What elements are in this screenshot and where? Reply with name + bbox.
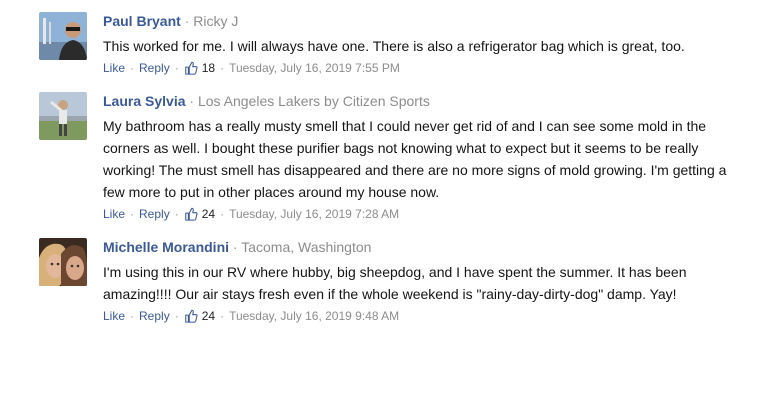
author-location: Ricky J	[193, 13, 239, 29]
comment-header: Michelle Morandini · Tacoma, Washington	[103, 238, 743, 256]
avatar[interactable]	[39, 238, 87, 286]
like-count: 18	[201, 61, 216, 75]
comment-header: Paul Bryant · Ricky J	[103, 12, 743, 30]
comment-body: Paul Bryant · Ricky J This worked for me…	[103, 12, 743, 76]
comment-header: Laura Sylvia · Los Angeles Lakers by Cit…	[103, 92, 743, 110]
separator: ·	[189, 93, 195, 109]
separator: ·	[130, 207, 135, 221]
comment-text: I'm using this in our RV where hubby, bi…	[103, 264, 687, 302]
separator: ·	[174, 207, 179, 221]
reply-link[interactable]: Reply	[139, 308, 170, 324]
comment-text: My bathroom has a really musty smell tha…	[103, 118, 727, 200]
separator: ·	[232, 239, 238, 255]
avatar-image	[39, 12, 87, 60]
like-link[interactable]: Like	[103, 308, 125, 324]
comment-actions: Like · Reply · 24 · Tuesday, July 16, 20…	[103, 206, 743, 222]
like-link[interactable]: Like	[103, 60, 125, 76]
thumbs-up-icon[interactable]	[184, 309, 198, 323]
comment-body: Laura Sylvia · Los Angeles Lakers by Cit…	[103, 92, 743, 222]
reply-link[interactable]: Reply	[139, 206, 170, 222]
comment-date: Tuesday, July 16, 2019 9:48 AM	[229, 309, 400, 323]
separator: ·	[220, 61, 225, 75]
comment-list: Paul Bryant · Ricky J This worked for me…	[0, 0, 764, 403]
separator: ·	[174, 61, 179, 75]
comment-text: This worked for me. I will always have o…	[103, 38, 685, 54]
author-name[interactable]: Michelle Morandini	[103, 239, 229, 255]
like-count: 24	[201, 207, 216, 221]
author-name[interactable]: Paul Bryant	[103, 13, 181, 29]
thumbs-up-icon[interactable]	[184, 207, 198, 221]
separator: ·	[220, 207, 225, 221]
avatar-image	[39, 92, 87, 140]
comment-date: Tuesday, July 16, 2019 7:55 PM	[229, 61, 400, 75]
avatar-image	[39, 238, 87, 286]
author-name[interactable]: Laura Sylvia	[103, 93, 186, 109]
like-link[interactable]: Like	[103, 206, 125, 222]
separator: ·	[220, 309, 225, 323]
thumbs-up-icon[interactable]	[184, 61, 198, 75]
separator: ·	[184, 13, 190, 29]
separator: ·	[130, 61, 135, 75]
author-location: Los Angeles Lakers by Citizen Sports	[197, 93, 430, 109]
like-count: 24	[201, 309, 216, 323]
reply-link[interactable]: Reply	[139, 60, 170, 76]
avatar[interactable]	[39, 92, 87, 140]
comment-date: Tuesday, July 16, 2019 7:28 AM	[229, 207, 400, 221]
separator: ·	[174, 309, 179, 323]
comment-actions: Like · Reply · 24 · Tuesday, July 16, 20…	[103, 308, 743, 324]
avatar[interactable]	[39, 12, 87, 60]
comment-actions: Like · Reply · 18 · Tuesday, July 16, 20…	[103, 60, 743, 76]
separator: ·	[130, 309, 135, 323]
author-location: Tacoma, Washington	[241, 239, 372, 255]
comment-body: Michelle Morandini · Tacoma, Washington …	[103, 238, 743, 324]
